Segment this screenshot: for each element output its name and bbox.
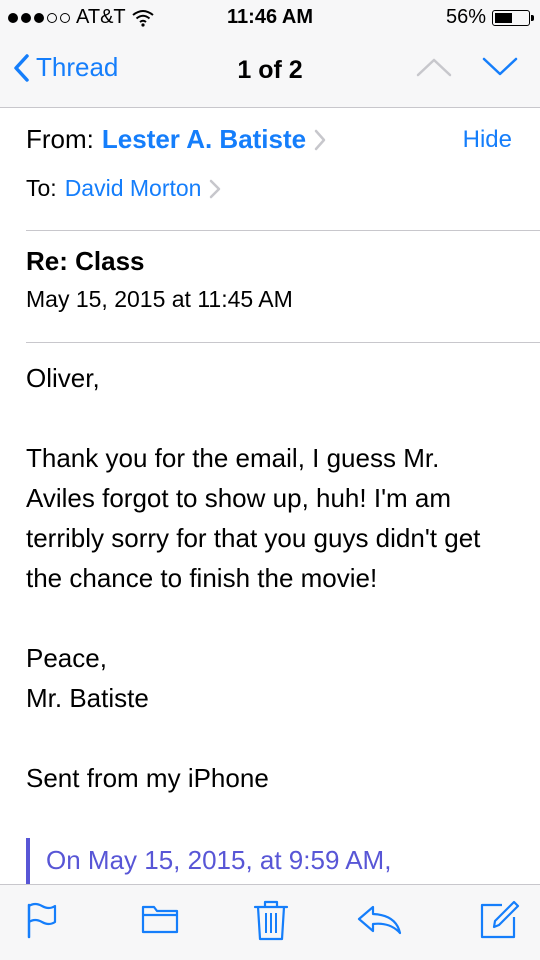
chevron-right-icon — [314, 129, 326, 150]
previous-message-button[interactable] — [416, 56, 452, 83]
folder-icon[interactable] — [141, 901, 179, 940]
sender-name[interactable]: Lester A. Batiste — [102, 124, 306, 155]
quoted-message: On May 15, 2015, at 9:59 AM, — [26, 838, 391, 888]
greeting: Oliver, — [26, 363, 100, 393]
to-label: To: — [26, 175, 57, 201]
signature: Mr. Batiste — [26, 683, 149, 713]
to-row: To: David Morton — [26, 175, 221, 202]
battery-percent: 56% — [445, 6, 486, 28]
chevron-down-icon — [482, 57, 518, 76]
nav-bar: Thread 1 of 2 — [0, 34, 540, 108]
compose-icon[interactable] — [478, 899, 520, 946]
message-body: Oliver, Thank you for the email, I guess… — [26, 358, 510, 798]
next-message-button[interactable] — [482, 56, 518, 83]
recipient-name[interactable]: David Morton — [65, 175, 202, 202]
bottom-toolbar — [0, 884, 540, 960]
flag-icon[interactable] — [26, 901, 58, 944]
chevron-up-icon — [416, 58, 452, 77]
quoted-header: On May 15, 2015, at 9:59 AM, — [46, 845, 392, 875]
from-label: From: — [26, 124, 94, 154]
battery-group: 56% — [445, 6, 534, 29]
status-bar: AT&T 11:46 AM 56% — [0, 0, 540, 34]
from-row: From: Lester A. Batiste — [26, 124, 326, 155]
reply-icon[interactable] — [356, 905, 402, 940]
signoff: Peace, — [26, 643, 107, 673]
body-paragraph: Thank you for the email, I guess Mr. Avi… — [26, 443, 481, 593]
hide-details-button[interactable]: Hide — [463, 126, 512, 154]
chevron-right-icon — [210, 179, 221, 198]
subject-divider — [26, 342, 540, 343]
message-navigation — [416, 56, 518, 83]
trash-icon[interactable] — [253, 899, 289, 946]
header-divider — [26, 230, 540, 231]
battery-icon — [492, 9, 534, 26]
message-date: May 15, 2015 at 11:45 AM — [26, 286, 293, 312]
message-subject: Re: Class — [26, 246, 145, 276]
sent-from: Sent from my iPhone — [26, 763, 269, 793]
